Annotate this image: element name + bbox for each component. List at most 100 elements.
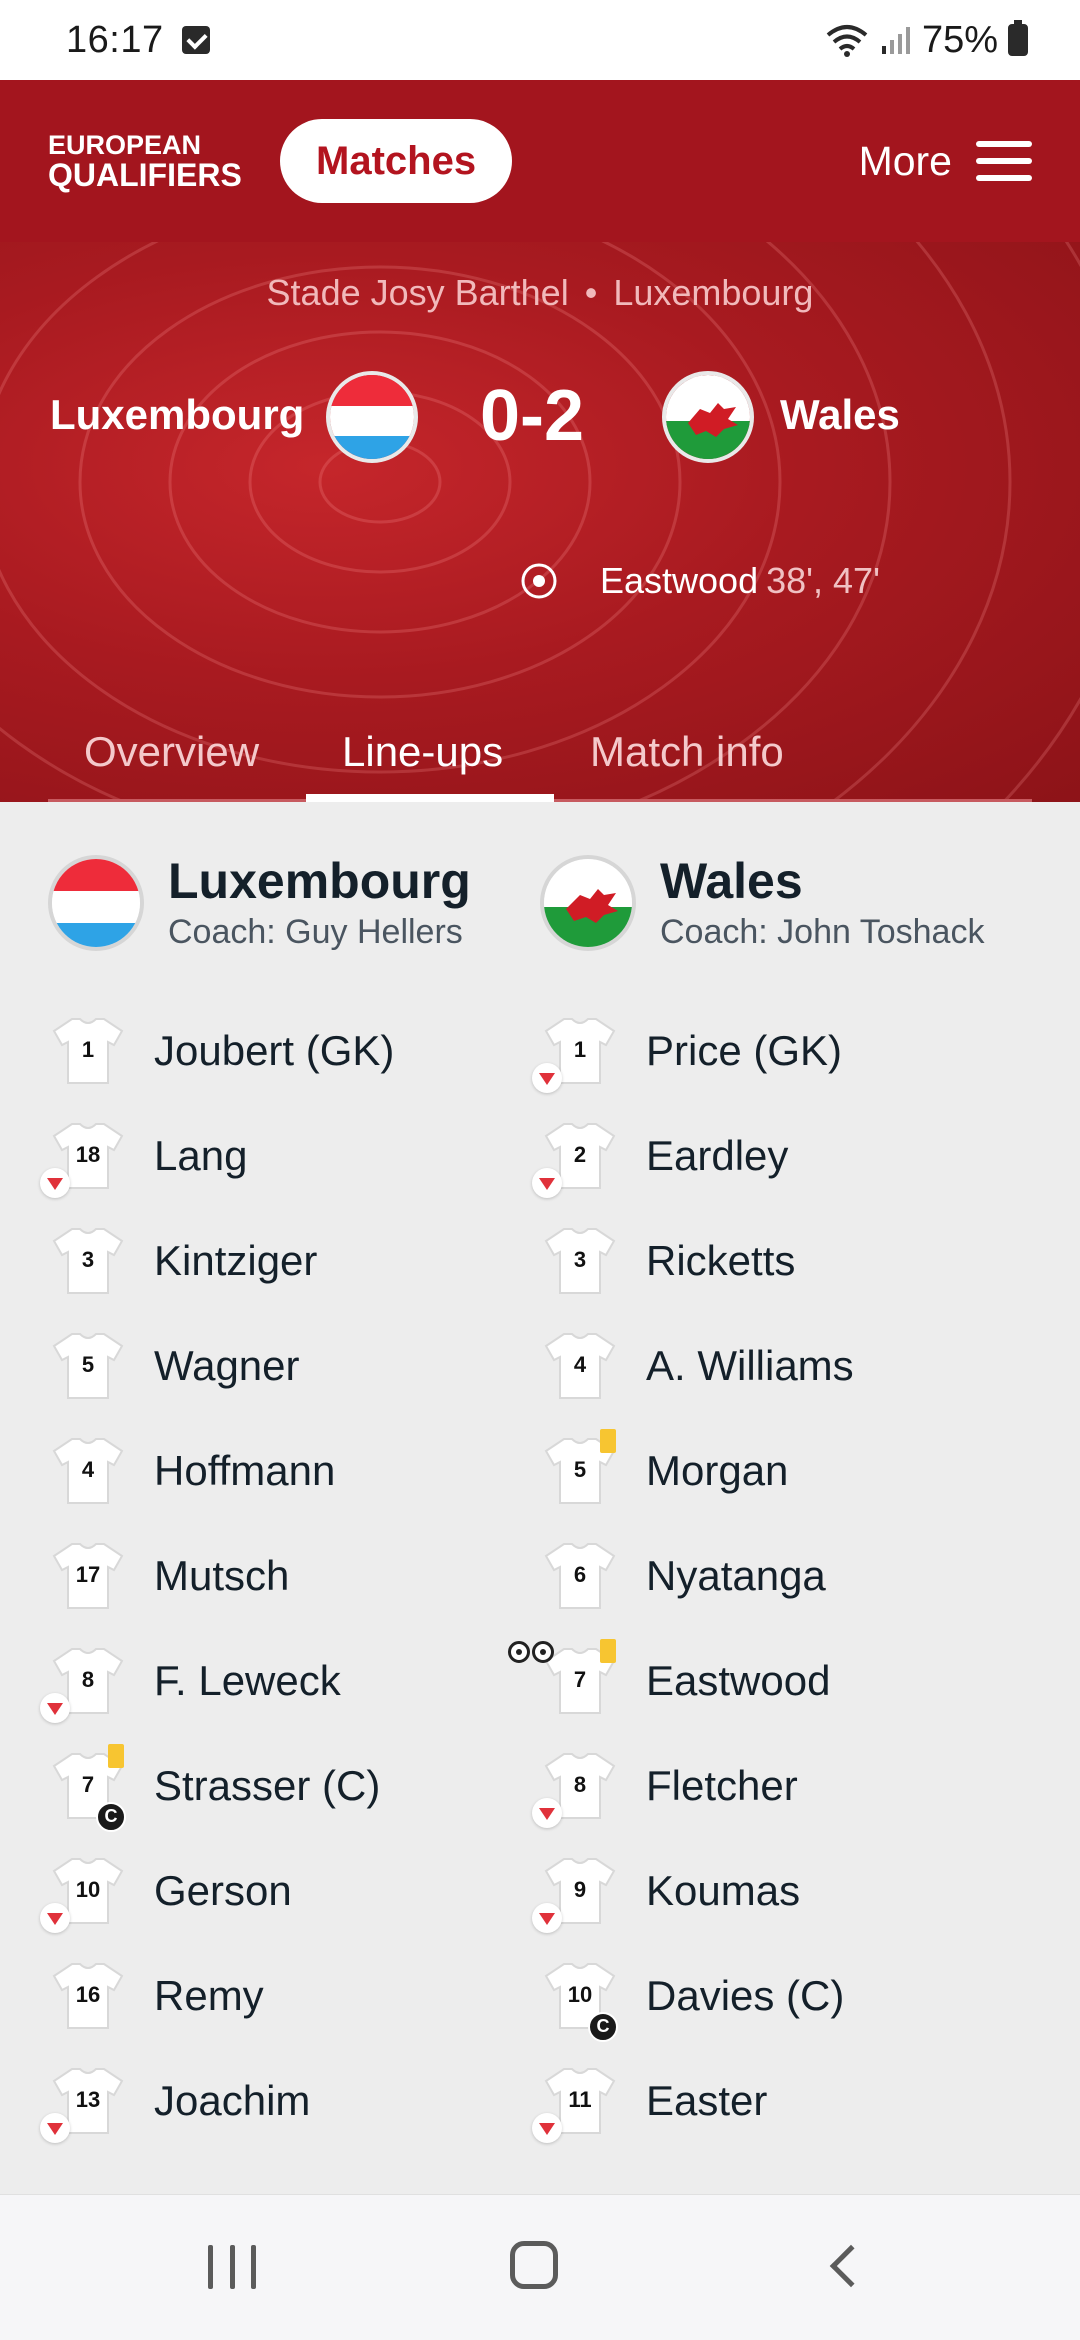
player-name: Koumas — [646, 1866, 801, 1914]
status-right: 75% — [824, 19, 1028, 62]
shirt-number: 18 — [75, 1141, 101, 1167]
away-team-name[interactable]: Wales — [780, 391, 900, 439]
battery-icon — [1008, 20, 1028, 56]
shirt-number: 3 — [573, 1246, 587, 1272]
player-row[interactable]: 7 Eastwood — [508, 1628, 1040, 1733]
shirt-number: 3 — [81, 1246, 95, 1272]
match-score: 0-2 — [480, 376, 585, 456]
shirt-icon: 18 — [40, 1120, 128, 1198]
substituted-off-icon — [532, 2112, 562, 2143]
shirt-number: 7 — [573, 1666, 587, 1692]
goal-scorer-line: Eastwood 38', 47' — [520, 560, 880, 602]
player-row[interactable]: 1 Price (GK) — [532, 998, 1040, 1103]
logo-line-1: EUROPEAN — [48, 129, 202, 160]
captain-badge-icon: C — [588, 2011, 618, 2042]
battery-percent: 75% — [921, 18, 998, 61]
player-row[interactable]: 11 Easter — [532, 2048, 1040, 2153]
separator-dot: • — [584, 272, 598, 313]
shirt-number: 16 — [75, 1981, 101, 2007]
active-tab-indicator — [306, 794, 554, 802]
player-row[interactable]: 3 Kintziger — [48, 1208, 548, 1313]
player-row[interactable]: 16 Remy — [48, 1943, 548, 2048]
more-menu-button[interactable]: More — [859, 138, 1032, 185]
yellow-card-icon — [600, 1428, 616, 1453]
player-row[interactable]: 5 Morgan — [540, 1418, 1040, 1523]
player-row[interactable]: 5 Wagner — [48, 1313, 548, 1418]
shirt-icon: 3 — [540, 1225, 620, 1297]
shirt-icon: 10 C — [540, 1960, 620, 2042]
player-row[interactable]: 10 Gerson — [40, 1838, 548, 1943]
player-row[interactable]: 13 Joachim — [40, 2048, 548, 2153]
shirt-icon: 7C — [48, 1743, 128, 1832]
player-row[interactable]: 10 C Davies (C) — [540, 1943, 1040, 2048]
player-name: Lang — [154, 1131, 248, 1179]
shirt-icon: 3 — [48, 1225, 128, 1297]
shirt-icon: 7 — [508, 1638, 620, 1717]
away-coach: Coach: John Toshack — [660, 913, 985, 951]
player-name: Hoffmann — [154, 1446, 336, 1494]
status-time: 16:17 — [66, 18, 164, 61]
yellow-card-icon — [108, 1743, 124, 1768]
shirt-number: 2 — [573, 1141, 587, 1167]
european-qualifiers-logo[interactable]: EUROPEAN QUALIFIERS — [48, 129, 242, 191]
substituted-off-icon — [40, 1902, 70, 1933]
venue-city: Luxembourg — [613, 272, 814, 313]
shirt-icon: 16 — [48, 1960, 128, 2032]
shirt-icon: 1 — [532, 1015, 620, 1093]
recent-apps-icon[interactable] — [208, 2245, 256, 2289]
home-icon[interactable] — [510, 2241, 558, 2289]
matches-button[interactable]: Matches — [280, 119, 513, 203]
app-header: EUROPEAN QUALIFIERS Matches More — [0, 80, 1080, 242]
tab-overview[interactable]: Overview — [84, 702, 259, 802]
luxembourg-flag-icon[interactable] — [326, 371, 418, 463]
player-name: Remy — [154, 1971, 264, 2019]
player-row[interactable]: 7 C Strasser (C) — [48, 1733, 548, 1838]
score-row: Luxembourg 0-2 Wales — [0, 367, 1080, 467]
player-row[interactable]: 3 Ricketts — [540, 1208, 1040, 1313]
player-row[interactable]: 8 Fletcher — [532, 1733, 1040, 1838]
home-team-title: Luxembourg — [168, 853, 471, 909]
player-name: Davies (C) — [646, 1971, 845, 2019]
player-name: Joachim — [154, 2076, 311, 2124]
substituted-off-icon — [532, 1797, 562, 1828]
substituted-off-icon — [532, 1902, 562, 1933]
back-icon[interactable] — [829, 2244, 873, 2288]
player-name: Kintziger — [154, 1236, 318, 1284]
substituted-off-icon — [40, 2112, 70, 2143]
scorer-minutes: 38', 47' — [766, 560, 880, 601]
player-row[interactable]: 2 Eardley — [532, 1103, 1040, 1208]
player-row[interactable]: 17 Mutsch — [48, 1523, 548, 1628]
player-row[interactable]: 6 Nyatanga — [540, 1523, 1040, 1628]
player-name: Morgan — [646, 1446, 789, 1494]
player-name: Fletcher — [646, 1761, 798, 1809]
player-row[interactable]: 4 A. Williams — [540, 1313, 1040, 1418]
captain-badge-icon: C — [96, 1801, 126, 1832]
tab-line-ups[interactable]: Line-ups — [342, 702, 503, 802]
wales-flag-icon[interactable] — [662, 371, 754, 463]
home-team-name[interactable]: Luxembourg — [50, 391, 304, 439]
goals-scored-icons — [508, 1640, 554, 1663]
player-row[interactable]: 18 Lang — [40, 1103, 548, 1208]
player-row[interactable]: 4 Hoffmann — [48, 1418, 548, 1523]
shirt-number: 1 — [81, 1036, 95, 1062]
shirt-number: 1 — [573, 1036, 587, 1062]
substituted-off-icon — [532, 1062, 562, 1093]
match-header: Stade Josy Barthel • Luxembourg Luxembourg… — [0, 242, 1080, 802]
shirt-number: 10 — [75, 1876, 101, 1902]
away-team-header: Wales Coach: John Toshack — [540, 854, 984, 952]
shirt-number: 4 — [573, 1351, 587, 1377]
shirt-number: 5 — [573, 1456, 587, 1482]
shirt-number: 6 — [573, 1561, 587, 1587]
tab-match-info[interactable]: Match info — [590, 702, 784, 802]
signal-icon — [881, 27, 910, 54]
shirt-icon: 6 — [540, 1540, 620, 1612]
player-row[interactable]: 1 Joubert (GK) — [48, 998, 548, 1103]
player-row[interactable]: 9 Koumas — [532, 1838, 1040, 1943]
shirt-icon: 10 — [40, 1855, 128, 1933]
stadium-name: Stade Josy Barthel — [266, 272, 569, 313]
player-name: Ricketts — [646, 1236, 796, 1284]
checkbox-notification-icon — [181, 26, 210, 54]
player-row[interactable]: 8 F. Leweck — [40, 1628, 548, 1733]
player-name: F. Leweck — [154, 1656, 341, 1704]
shirt-number: 4 — [81, 1456, 95, 1482]
